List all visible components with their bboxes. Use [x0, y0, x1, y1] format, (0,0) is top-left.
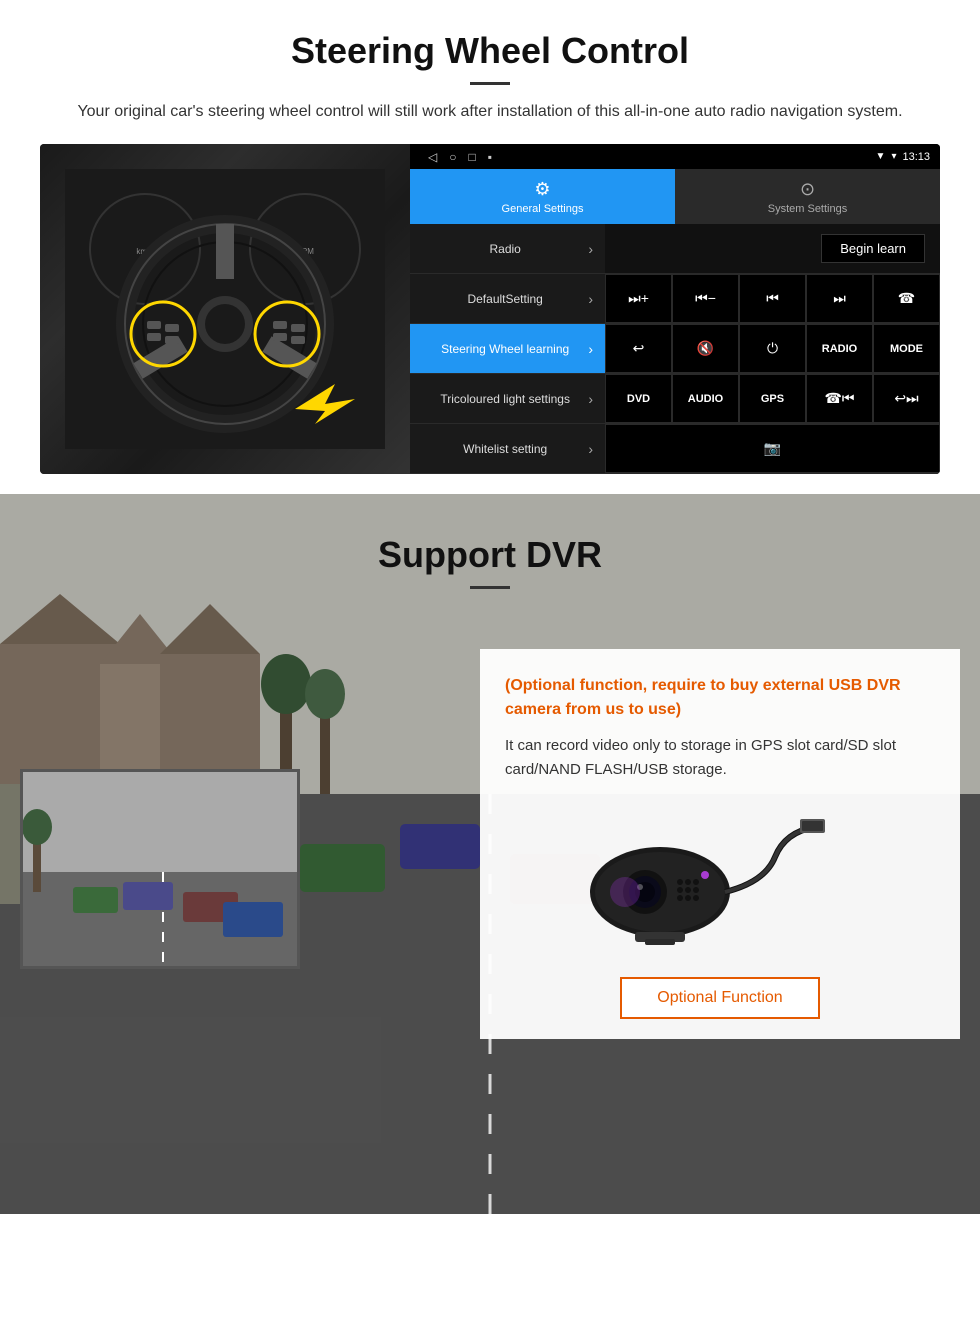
- square-icon: □: [468, 150, 475, 164]
- tab-system-label: System Settings: [768, 203, 847, 215]
- settings-menu: Radio › DefaultSetting › Steering Wheel …: [410, 224, 605, 474]
- dvr-right-panel: (Optional function, require to buy exter…: [480, 629, 960, 1039]
- menu-tricolour-label: Tricoloured light settings: [422, 392, 588, 406]
- menu-steering-label: Steering Wheel learning: [422, 342, 588, 356]
- steering-subtitle: Your original car's steering wheel contr…: [40, 100, 940, 124]
- menu-radio-label: Radio: [422, 242, 588, 256]
- menu-item-tricolour[interactable]: Tricoloured light settings ›: [410, 374, 605, 424]
- radio-mode-button[interactable]: RADIO: [806, 324, 873, 373]
- back-next-button[interactable]: ↩⏭: [873, 374, 940, 423]
- steering-wheel-svg: km/h RPM: [65, 169, 385, 449]
- ctrl-row-4: 📷: [605, 424, 940, 474]
- tab-general-label: General Settings: [502, 203, 584, 215]
- android-screenshot: km/h RPM: [40, 144, 940, 474]
- back-icon: ◁: [428, 150, 437, 164]
- begin-learn-row: Begin learn: [605, 224, 940, 274]
- power-button[interactable]: ⏻: [739, 324, 806, 373]
- chevron-icon-radio: ›: [588, 241, 593, 257]
- steering-wheel-photo: km/h RPM: [40, 144, 410, 474]
- wifi-icon: ▼: [876, 151, 886, 162]
- audio-button[interactable]: AUDIO: [672, 374, 739, 423]
- page-title: Steering Wheel Control: [40, 30, 940, 72]
- ctrl-row-2: ↩ 🔇 ⏻ RADIO MODE: [605, 324, 940, 374]
- tab-bar: ⚙ General Settings ⊙ System Settings: [410, 169, 940, 224]
- dvr-title-area: Support DVR: [0, 494, 980, 609]
- control-button-grid: Begin learn ⏭+ ⏮− ⏮ ⏭ ☎ ↩ 🔇 ⏻: [605, 224, 940, 474]
- menu-whitelist-label: Whitelist setting: [422, 442, 588, 456]
- steering-section: Steering Wheel Control Your original car…: [0, 0, 980, 494]
- dvr-description: It can record video only to storage in G…: [505, 734, 935, 782]
- dvr-title: Support DVR: [40, 534, 940, 576]
- tab-general-settings[interactable]: ⚙ General Settings: [410, 169, 675, 224]
- tab-system-settings[interactable]: ⊙ System Settings: [675, 169, 940, 224]
- dvr-left-panel: [20, 629, 480, 969]
- menu-item-steering[interactable]: Steering Wheel learning ›: [410, 324, 605, 374]
- status-time: 13:13: [902, 151, 930, 163]
- system-icon: ⊙: [800, 179, 815, 200]
- camera-button[interactable]: 📷: [605, 424, 940, 473]
- chevron-icon-steering: ›: [588, 341, 593, 357]
- dvr-thumbnail: [20, 769, 300, 969]
- status-bar-left: ◁ ○ □ ▪: [428, 150, 492, 164]
- dvr-optional-notice: (Optional function, require to buy exter…: [505, 674, 935, 722]
- next-button[interactable]: ⏭: [806, 274, 873, 323]
- dvr-content: (Optional function, require to buy exter…: [0, 609, 980, 1059]
- dvr-thumb-svg: [23, 772, 300, 969]
- home-icon: ○: [449, 150, 456, 164]
- chevron-icon-tricolour: ›: [588, 391, 593, 407]
- chevron-icon-default: ›: [588, 291, 593, 307]
- phone-prev-button[interactable]: ☎⏮: [806, 374, 873, 423]
- gps-button[interactable]: GPS: [739, 374, 806, 423]
- ctrl-row-3: DVD AUDIO GPS ☎⏮ ↩⏭: [605, 374, 940, 424]
- back-call-button[interactable]: ↩: [605, 324, 672, 373]
- dvr-optional-btn-area: Optional Function: [505, 977, 935, 1019]
- signal-icon: ▾: [891, 151, 896, 162]
- dvr-camera-svg: [505, 797, 825, 957]
- android-settings-panel: ◁ ○ □ ▪ ▼ ▾ 13:13 ⚙ General Settings ⊙ S…: [410, 144, 940, 474]
- menu-item-radio[interactable]: Radio ›: [410, 224, 605, 274]
- ctrl-row-1: ⏭+ ⏮− ⏮ ⏭ ☎: [605, 274, 940, 324]
- begin-learn-button[interactable]: Begin learn: [821, 234, 925, 263]
- vol-up-button[interactable]: ⏭+: [605, 274, 672, 323]
- dvd-button[interactable]: DVD: [605, 374, 672, 423]
- prev-button[interactable]: ⏮: [739, 274, 806, 323]
- phone-button[interactable]: ☎: [873, 274, 940, 323]
- mode-button[interactable]: MODE: [873, 324, 940, 373]
- chevron-icon-whitelist: ›: [588, 441, 593, 457]
- dvr-section: Support DVR: [0, 494, 980, 1214]
- settings-content: Radio › DefaultSetting › Steering Wheel …: [410, 224, 940, 474]
- dvr-title-divider: [470, 586, 510, 589]
- status-bar: ◁ ○ □ ▪ ▼ ▾ 13:13: [410, 144, 940, 169]
- mute-button[interactable]: 🔇: [672, 324, 739, 373]
- title-divider: [470, 82, 510, 85]
- gear-icon: ⚙: [534, 179, 550, 200]
- vol-down-button[interactable]: ⏮−: [672, 274, 739, 323]
- dvr-info-card: (Optional function, require to buy exter…: [480, 649, 960, 1039]
- menu-item-default[interactable]: DefaultSetting ›: [410, 274, 605, 324]
- optional-function-button[interactable]: Optional Function: [620, 977, 819, 1019]
- menu-icon: ▪: [488, 150, 492, 164]
- menu-item-whitelist[interactable]: Whitelist setting ›: [410, 424, 605, 474]
- menu-default-label: DefaultSetting: [422, 292, 588, 306]
